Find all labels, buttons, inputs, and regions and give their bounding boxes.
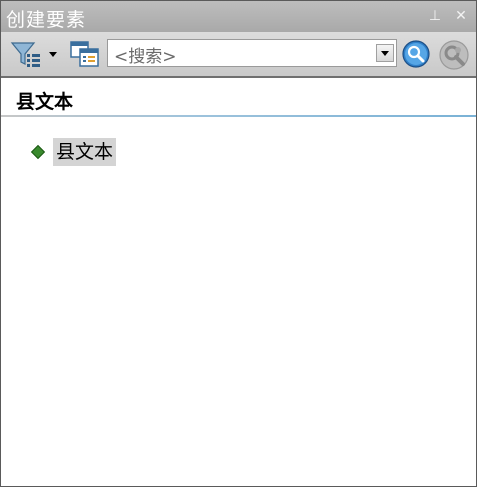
- dropdown-arrow-icon[interactable]: [48, 51, 58, 59]
- pin-icon[interactable]: ⊥: [426, 7, 444, 25]
- filter-icon[interactable]: [9, 40, 43, 70]
- close-icon[interactable]: ✕: [452, 7, 470, 25]
- point-symbol-icon: [30, 144, 46, 160]
- search-input[interactable]: <搜索>: [114, 42, 177, 67]
- toolbar: <搜索>: [1, 32, 476, 78]
- search-icon[interactable]: [401, 39, 431, 69]
- search-combo[interactable]: <搜索>: [107, 39, 397, 67]
- organize-templates-icon[interactable]: [69, 40, 101, 68]
- header-divider: [1, 115, 476, 117]
- find-icon[interactable]: [438, 39, 470, 71]
- template-item-label[interactable]: 县文本: [53, 138, 117, 166]
- window-title: 创建要素: [6, 9, 87, 31]
- chevron-down-icon[interactable]: [376, 44, 394, 62]
- title-bar: 创建要素 ⊥ ✕: [1, 1, 476, 32]
- create-features-panel: 创建要素 ⊥ ✕ <搜索> 县文本 县文本: [0, 0, 477, 487]
- layer-group-header: 县文本: [16, 91, 74, 113]
